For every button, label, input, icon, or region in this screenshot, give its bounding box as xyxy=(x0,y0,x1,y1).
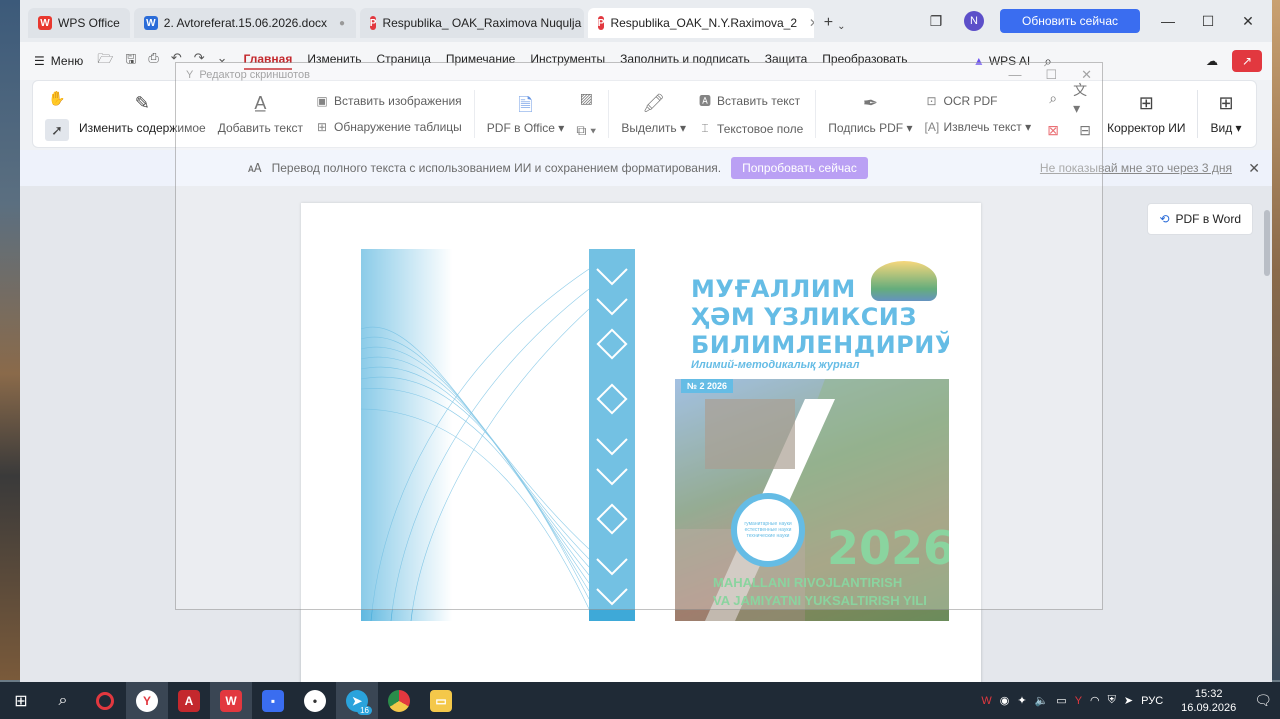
notifications-icon[interactable]: 🗨 xyxy=(1254,692,1272,709)
view-button[interactable]: ⊞ Вид ▾ xyxy=(1204,93,1247,135)
hamburger-icon: ☰ xyxy=(34,54,45,68)
yandex-icon: Y xyxy=(186,69,194,81)
pointer-tools: ✋ ➚ xyxy=(41,87,73,141)
pdf-to-word-label: PDF в Word xyxy=(1175,212,1242,226)
tab-wps-office[interactable]: W WPS Office xyxy=(28,8,130,38)
telegram-icon[interactable]: ➤ 16 xyxy=(336,682,378,719)
ai-corrector-label: Корректор ИИ xyxy=(1107,121,1186,135)
hand-tool-icon[interactable]: ✋ xyxy=(45,87,69,109)
system-tray: W ◉ ✦ 🔈 ▭ Y ◠ ⛨ ➤ РУС 15:32 16.09.2026 🗨 xyxy=(981,687,1280,715)
file-explorer-icon[interactable]: ▭ xyxy=(420,682,462,719)
telegram-unread-badge: 16 xyxy=(357,706,372,715)
tab-label: Respublika_ OAK_Raximova Nuqulja xyxy=(382,16,582,30)
clock-time: 15:32 xyxy=(1194,687,1223,700)
screenshot-editor-overlay[interactable]: Y Редактор скриншотов — ☐ ✕ xyxy=(175,62,1103,610)
chevron-down-icon[interactable]: ⌄ xyxy=(837,21,845,32)
menu-label: Меню xyxy=(50,54,84,68)
share-icon[interactable]: ↗ xyxy=(1232,50,1262,72)
cloud-icon[interactable]: ☁ xyxy=(1206,54,1218,68)
new-tab-plus-icon[interactable]: + xyxy=(824,14,833,32)
acrobat-icon[interactable]: A xyxy=(168,682,210,719)
files-app-icon[interactable]: ▪ xyxy=(252,682,294,719)
overlay-title: Редактор скриншотов xyxy=(199,69,310,81)
search-icon[interactable]: ⌕ xyxy=(42,682,84,719)
system-clock[interactable]: 15:32 16.09.2026 xyxy=(1181,687,1236,715)
maximize-icon[interactable]: ☐ xyxy=(1045,67,1057,83)
open-folder-icon[interactable]: 🗁 xyxy=(97,50,113,72)
tab-respublika-oak-ny-raximova[interactable]: P Respublika_OAK_N.Y.Raximova_2 ✕ xyxy=(587,8,814,38)
titlebar-controls: ❐ N Обновить сейчас — ☐ ✕ xyxy=(924,0,1272,42)
grid-view-icon: ⊞ xyxy=(1218,93,1234,113)
menu-button[interactable]: ☰ Меню xyxy=(34,54,83,68)
unsaved-dot-icon: ● xyxy=(339,17,346,29)
network-icon[interactable]: ➤ xyxy=(1124,694,1133,707)
volume-icon[interactable]: 🔈 xyxy=(1035,694,1049,707)
battery-icon[interactable]: ▭ xyxy=(1056,694,1066,707)
word-icon: W xyxy=(143,16,158,30)
overlay-window-controls: — ☐ ✕ xyxy=(1008,67,1092,83)
close-notification-icon[interactable]: ✕ xyxy=(1248,160,1260,177)
yandex-browser-icon[interactable]: Y xyxy=(126,682,168,719)
wifi-icon[interactable]: ◠ xyxy=(1090,694,1100,707)
clock-date: 16.09.2026 xyxy=(1181,701,1237,714)
update-now-button[interactable]: Обновить сейчас xyxy=(1000,9,1140,33)
bluetooth-tray-icon[interactable]: ✦ xyxy=(1017,694,1026,707)
tab-label: 2. Avtoreferat.15.06.2026.docx xyxy=(163,16,328,30)
windows-start-icon[interactable]: ⊞ xyxy=(0,682,42,719)
media-app-icon[interactable]: • xyxy=(294,682,336,719)
minimize-icon[interactable]: — xyxy=(1008,67,1021,83)
print-icon[interactable]: ⎙ xyxy=(148,50,158,72)
tab-bar: W WPS Office W 2. Avtoreferat.15.06.2026… xyxy=(20,0,1272,42)
tab-label: Respublika_OAK_N.Y.Raximova_2 xyxy=(610,16,798,30)
divider xyxy=(1197,90,1199,138)
close-icon[interactable]: ✕ xyxy=(1081,67,1092,83)
window-mode-icon[interactable]: ❐ xyxy=(924,13,948,30)
opera-icon[interactable] xyxy=(84,682,126,719)
wps-tray-icon[interactable]: W xyxy=(981,695,991,707)
vertical-scrollbar[interactable] xyxy=(1264,210,1270,276)
view-label: Вид ▾ xyxy=(1210,121,1242,135)
chrome-icon[interactable] xyxy=(378,682,420,719)
pdf-icon: P xyxy=(597,16,605,30)
avatar[interactable]: N xyxy=(964,11,985,31)
overlay-title-bar: Y Редактор скриншотов xyxy=(186,69,310,81)
pdf-icon: P xyxy=(369,16,377,30)
maximize-icon[interactable]: ☐ xyxy=(1196,13,1220,30)
close-tab-icon[interactable]: ✕ xyxy=(809,16,814,30)
edge-tray-icon[interactable]: ◉ xyxy=(1000,694,1010,707)
ai-corrector-icon: ⊞ xyxy=(1138,93,1154,113)
tab-avtoreferat-docx[interactable]: W 2. Avtoreferat.15.06.2026.docx ● xyxy=(133,8,356,38)
desktop-background-left xyxy=(0,0,20,680)
minimize-icon[interactable]: — xyxy=(1156,13,1180,29)
save-icon[interactable]: 🖫 xyxy=(125,50,136,72)
wps-taskbar-icon[interactable]: W xyxy=(210,682,252,719)
wps-icon: W xyxy=(38,16,52,30)
convert-icon: ⟲ xyxy=(1159,212,1170,226)
language-indicator[interactable]: РУС xyxy=(1141,695,1163,707)
close-window-icon[interactable]: ✕ xyxy=(1236,13,1260,30)
tab-respublika-oak-raximova[interactable]: P Respublika_ OAK_Raximova Nuqulja xyxy=(359,8,584,38)
ai-corrector-button[interactable]: ⊞ Корректор ИИ xyxy=(1101,93,1191,135)
select-arrow-icon[interactable]: ➚ xyxy=(45,119,69,141)
pdf-to-word-button[interactable]: ⟲ PDF в Word xyxy=(1147,203,1253,235)
yandex-tray-icon[interactable]: Y xyxy=(1075,695,1082,707)
security-tray-icon[interactable]: ⛨ xyxy=(1108,694,1116,707)
pencil-icon: ✎ xyxy=(134,93,150,113)
tab-label: WPS Office xyxy=(58,16,120,30)
taskbar: ⊞ ⌕ Y A W ▪ • ➤ 16 ▭ W ◉ ✦ 🔈 ▭ Y ◠ ⛨ ➤ Р… xyxy=(0,682,1280,719)
